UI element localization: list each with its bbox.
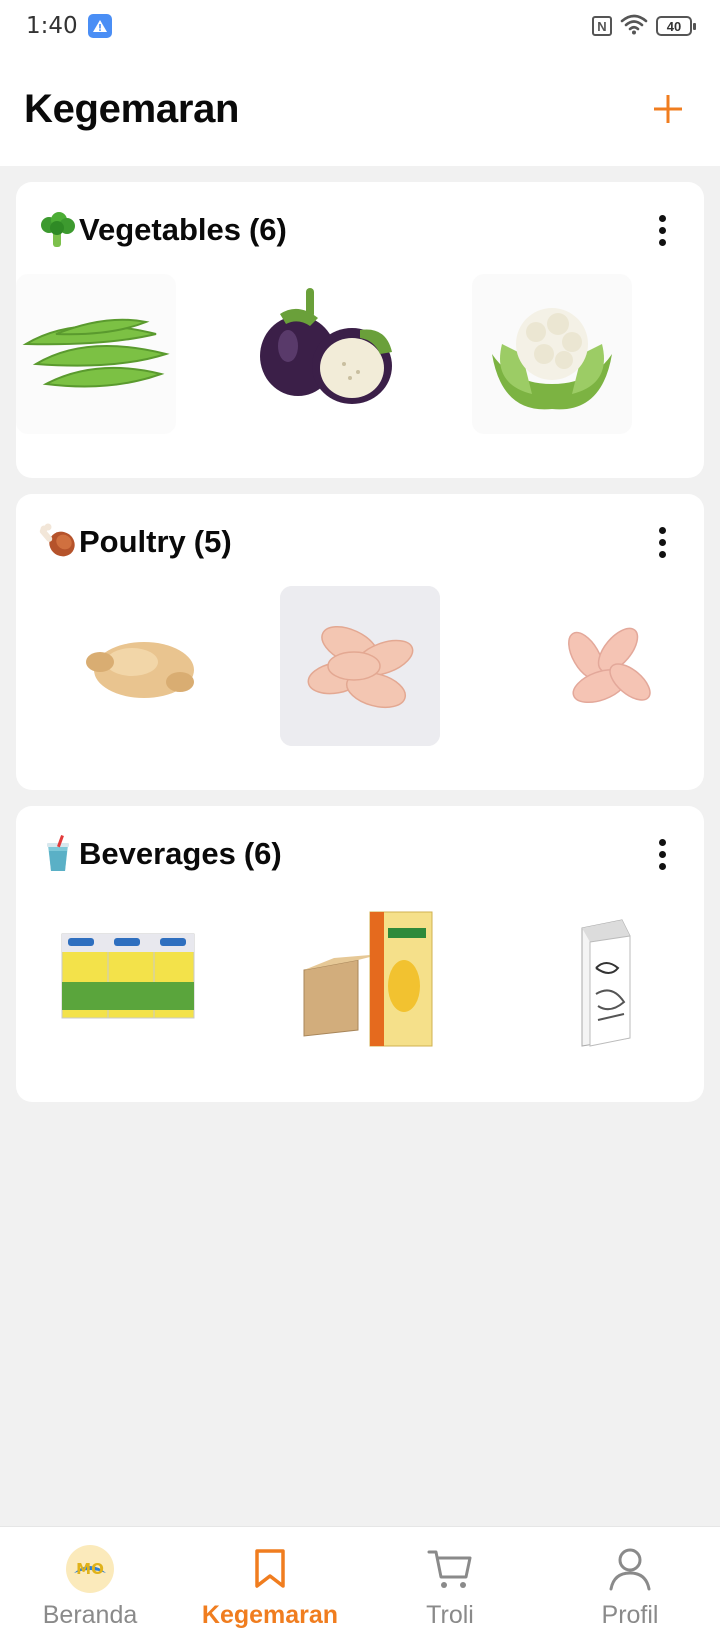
alert-notification-icon — [87, 14, 112, 38]
nav-item-beranda[interactable]: MO Beranda — [0, 1527, 180, 1640]
nav-label: Kegemaran — [201, 1601, 339, 1629]
more-options-button[interactable] — [642, 522, 682, 562]
status-bar: 1:40 N 40 — [0, 0, 720, 52]
more-options-button[interactable] — [642, 210, 682, 250]
bookmark-icon — [242, 1541, 298, 1597]
nfc-icon: N — [592, 16, 612, 36]
product-thumb-eggplant[interactable] — [240, 274, 400, 434]
wifi-icon — [620, 13, 648, 40]
category-card-poultry[interactable]: Poultry (5) — [16, 494, 704, 790]
bottom-nav: MO Beranda Kegemaran Troli Profil — [0, 1526, 720, 1640]
product-thumb-fresh-milk-carton[interactable] — [526, 898, 686, 1058]
category-count: (5) — [193, 524, 232, 559]
product-thumb-chicken-drumsticks[interactable] — [526, 586, 686, 746]
status-time: 1:40 — [26, 13, 78, 39]
profile-icon — [602, 1541, 658, 1597]
broccoli-icon — [38, 210, 78, 250]
nav-label: Profil — [601, 1601, 659, 1629]
product-thumb-chicken-drumsticks-packed[interactable] — [280, 586, 440, 746]
battery-indicator: 40 — [656, 16, 696, 36]
category-title: Vegetables — [79, 212, 241, 247]
product-thumb-winged-beans[interactable] — [16, 274, 176, 434]
svg-text:MO: MO — [76, 1560, 104, 1578]
cup-with-straw-icon — [38, 834, 78, 874]
category-title: Poultry — [79, 524, 186, 559]
category-count: (6) — [243, 836, 282, 871]
product-thumb-whole-chicken[interactable] — [62, 586, 222, 746]
category-card-vegetables[interactable]: Vegetables (6) — [16, 182, 704, 478]
category-card-beverages[interactable]: Beverages (6) — [16, 806, 704, 1102]
add-list-button[interactable] — [644, 85, 692, 133]
page-title: Kegemaran — [24, 86, 240, 131]
cart-icon — [422, 1541, 478, 1597]
poultry-leg-icon — [38, 522, 78, 562]
home-logo-icon: MO — [62, 1541, 118, 1597]
product-thumb-seasons-corn-soya-carton[interactable] — [284, 898, 444, 1058]
more-options-button[interactable] — [642, 834, 682, 874]
product-thumb-cauliflower[interactable] — [472, 274, 632, 434]
nav-label: Troli — [426, 1601, 474, 1629]
nav-item-troli[interactable]: Troli — [360, 1527, 540, 1640]
category-title: Beverages — [79, 836, 236, 871]
nav-item-kegemaran[interactable]: Kegemaran — [180, 1527, 360, 1640]
app-header: Kegemaran — [0, 52, 720, 166]
nav-label: Beranda — [42, 1601, 138, 1629]
plus-icon — [654, 95, 682, 123]
nav-item-profil[interactable]: Profil — [540, 1527, 720, 1640]
category-count: (6) — [248, 212, 287, 247]
product-thumb-soya-milk-pack[interactable] — [46, 898, 206, 1058]
